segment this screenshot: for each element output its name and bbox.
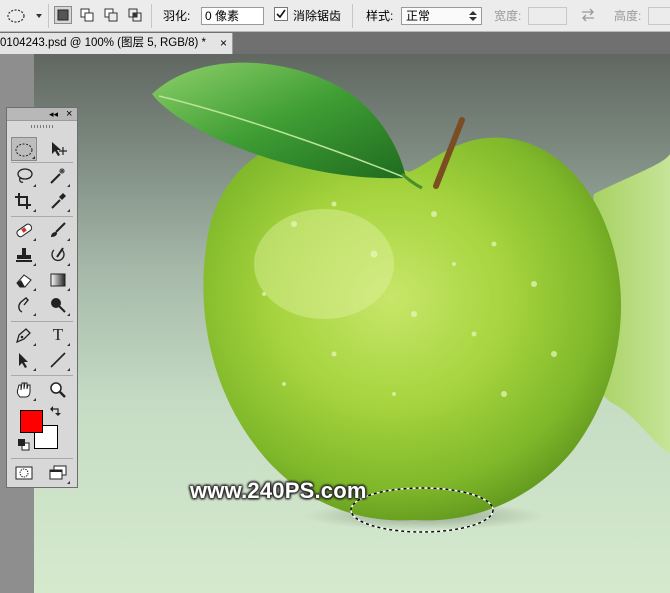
type-t-icon: T [52,325,64,344]
eraser-icon [16,274,32,288]
ellipse-marquee-icon [15,143,33,157]
height-input[interactable] [648,7,670,25]
screen-mode-button[interactable] [45,461,71,485]
collapse-panel-icon[interactable]: ◂◂ [49,108,58,120]
style-label: 样式: [366,9,394,23]
swap-dimensions-button[interactable] [580,8,596,25]
document-tab-bar: 0104243.psd @ 100% (图层 5, RGB/8) * × [0,32,670,54]
options-bar: 羽化: 0 像素 消除锯齿 样式: 正常 宽度: 高度: [0,0,670,32]
intersect-selection-icon [128,8,142,22]
height-label: 高度: [614,9,642,23]
zoom-tool[interactable] [45,378,71,402]
lasso-tool[interactable] [11,164,37,188]
move-tool[interactable] [45,137,71,161]
brush-tool[interactable] [45,218,71,242]
swap-arrows-icon [582,8,594,22]
style-select-value: 正常 [406,9,431,23]
add-to-selection-button[interactable] [78,6,96,24]
watermark-text: www.240PS.com [190,478,367,503]
lasso-icon [17,168,33,183]
healing-brush-tool[interactable] [11,218,37,242]
bandage-icon [16,223,33,238]
new-selection-button[interactable] [54,6,72,24]
elliptical-marquee-tool[interactable] [11,137,37,161]
magic-wand-tool[interactable] [45,164,71,188]
swap-colors-icon [50,406,61,416]
apple-body [203,137,622,521]
gradient-tool[interactable] [45,268,71,292]
quick-mask-icon [15,466,33,480]
subtract-selection-icon [104,8,118,22]
eraser-tool[interactable] [11,268,37,292]
move-arrow-icon [52,142,67,156]
history-brush-icon [51,247,65,262]
pen-nib-icon [15,328,31,344]
separator [352,4,353,28]
line-icon [50,352,66,368]
separator [151,4,152,28]
checkmark-icon [276,9,286,19]
quick-mask-button[interactable] [11,461,37,485]
separator [11,458,73,459]
hand-icon [16,382,31,398]
close-panel-icon[interactable]: × [66,108,72,120]
dodge-icon [51,298,66,313]
clone-stamp-tool[interactable] [11,243,37,267]
intersect-selection-button[interactable] [126,6,144,24]
document-tab[interactable]: 0104243.psd @ 100% (图层 5, RGB/8) * × [0,33,233,54]
magic-wand-icon [50,168,65,184]
screen-mode-icon [49,465,67,480]
add-selection-icon [80,8,94,22]
line-tool[interactable] [45,348,71,372]
path-select-arrow-icon [19,353,28,368]
crop-icon [15,193,31,209]
smudge-finger-icon [18,297,29,313]
crop-tool[interactable] [11,189,37,213]
separator [48,4,49,28]
separator [11,216,73,217]
document-canvas[interactable] [34,54,670,593]
separator [11,375,73,376]
panel-grip[interactable] [31,125,53,128]
separator [11,321,73,322]
foreground-color-swatch[interactable] [20,410,43,433]
feather-input[interactable]: 0 像素 [201,7,264,25]
apple-artwork [152,62,670,533]
antialias-checkbox[interactable] [274,7,288,21]
hand-tool[interactable] [11,378,37,402]
default-colors-button[interactable] [18,439,30,454]
style-select[interactable]: 正常 [401,7,482,25]
apple-highlight [254,209,394,319]
updown-arrow-icon [469,11,477,21]
ellipse-marquee-icon [7,9,42,23]
type-tool[interactable]: T [45,323,71,347]
width-input[interactable] [528,7,567,25]
new-selection-icon [57,9,69,21]
width-label: 宽度: [494,9,522,23]
antialias-label: 消除锯齿 [293,9,342,23]
tool-preset-picker[interactable] [4,5,44,27]
eyedropper-tool[interactable] [45,189,71,213]
tools-panel-header[interactable]: ◂◂ × [7,108,77,121]
gradient-icon [50,273,66,287]
close-tab-icon[interactable]: × [220,33,227,53]
apple-leaf [152,62,406,179]
separator [11,162,73,163]
history-brush-tool[interactable] [45,243,71,267]
subtract-from-selection-button[interactable] [102,6,120,24]
blur-tool[interactable] [11,293,37,317]
default-colors-icon [18,439,30,451]
brush-icon [51,222,66,237]
stamp-icon [16,248,32,262]
path-selection-tool[interactable] [11,348,37,372]
pen-tool[interactable] [11,323,37,347]
document-tab-title: 0104243.psd @ 100% (图层 5, RGB/8) * [0,37,207,49]
tools-panel: ◂◂ × T [6,107,78,488]
feather-label: 羽化: [163,9,191,23]
swap-colors-button[interactable] [50,406,62,421]
eyedropper-icon [51,193,66,209]
dodge-tool[interactable] [45,293,71,317]
magnifier-icon [50,382,66,398]
